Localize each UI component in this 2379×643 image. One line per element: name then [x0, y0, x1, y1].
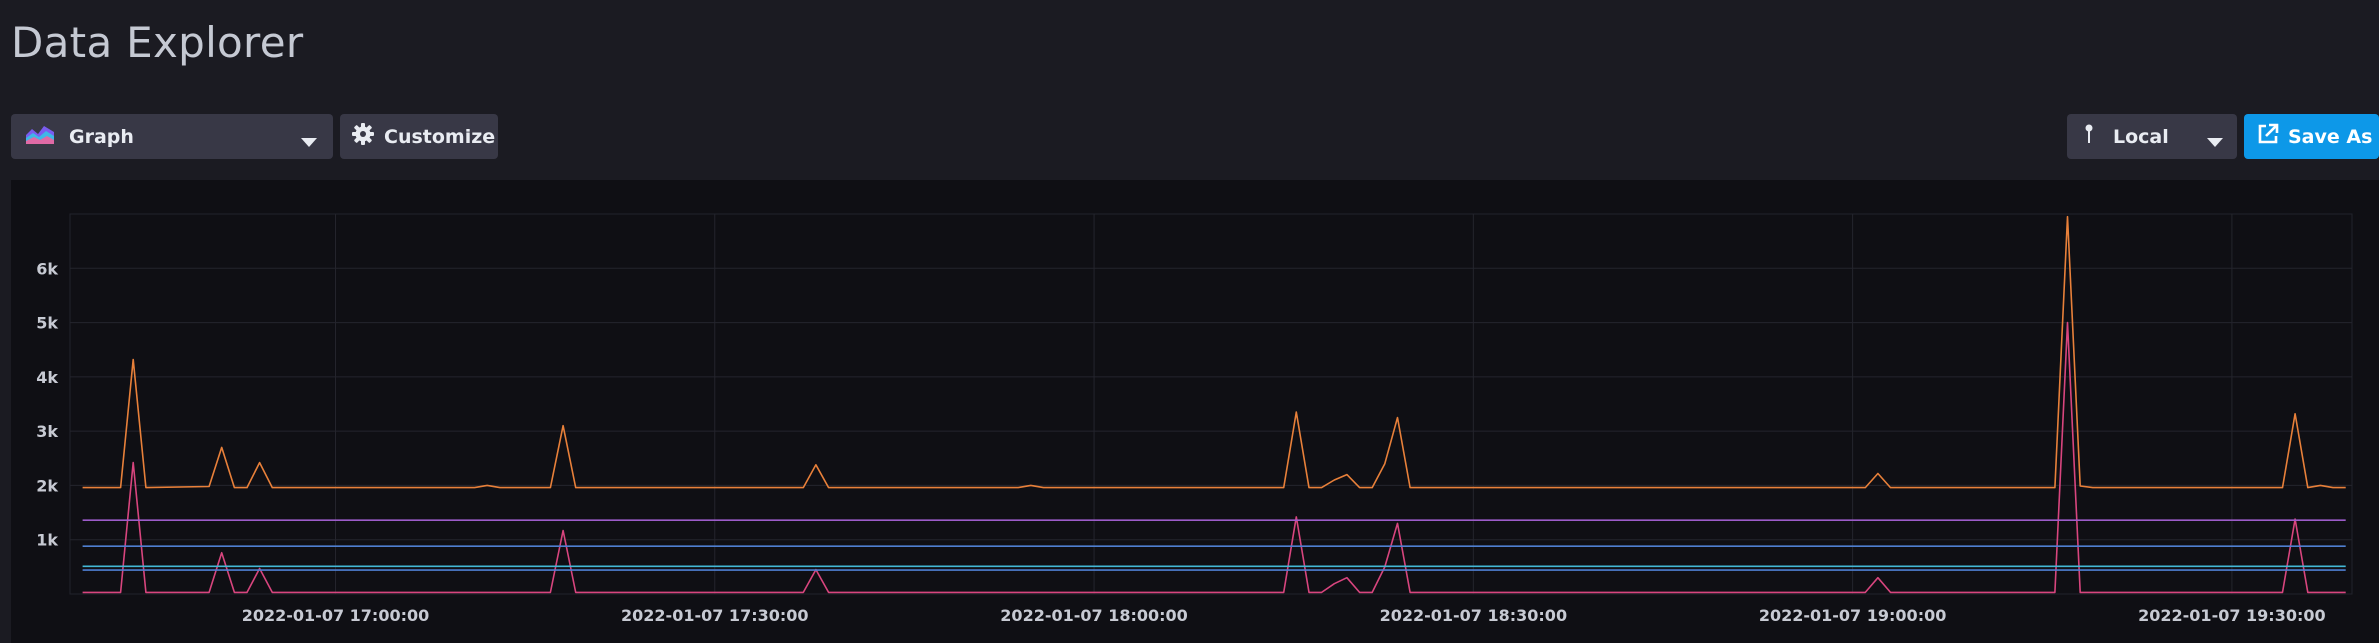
- customize-label: Customize: [384, 125, 496, 148]
- y-tick-label: 3k: [36, 422, 58, 441]
- graph-type-label: Graph: [69, 125, 134, 148]
- y-tick-label: 1k: [36, 531, 58, 550]
- y-tick-label: 5k: [36, 314, 58, 333]
- chart-grid: [69, 213, 2353, 595]
- y-tick-label: 6k: [36, 259, 58, 278]
- x-tick-label: 2022-01-07 18:30:00: [1380, 606, 1568, 625]
- chevron-down-icon: [2207, 131, 2223, 153]
- external-link-icon: [2257, 123, 2279, 150]
- customize-button[interactable]: Customize: [340, 114, 498, 159]
- area-graph-icon: [25, 123, 55, 150]
- x-tick-label: 2022-01-07 18:00:00: [1000, 606, 1188, 625]
- save-as-button[interactable]: Save As: [2244, 114, 2379, 159]
- series-line: [82, 321, 2346, 594]
- chart-series: [82, 215, 2346, 594]
- y-tick-label: 4k: [36, 368, 58, 387]
- time-series-chart[interactable]: 1k 2k 3k 4k 5k 6k 2022-01-07 17:00:00 2022-01-0…: [11, 180, 2379, 643]
- x-tick-label: 2022-01-07 19:30:00: [2138, 606, 2326, 625]
- plot-frame: [69, 213, 2353, 595]
- page-title: Data Explorer: [11, 18, 304, 67]
- timezone-label: Local: [2113, 125, 2169, 148]
- gear-icon: [351, 122, 375, 151]
- graph-panel: 1k 2k 3k 4k 5k 6k 2022-01-07 17:00:00 2022-01-0…: [11, 180, 2379, 643]
- x-tick-label: 2022-01-07 19:00:00: [1759, 606, 1947, 625]
- chevron-down-icon: [301, 131, 317, 153]
- series-line: [82, 215, 2346, 489]
- timezone-select[interactable]: Local: [2067, 114, 2237, 159]
- graph-type-select[interactable]: Graph: [11, 114, 333, 159]
- save-as-label: Save As: [2288, 125, 2373, 148]
- x-tick-label: 2022-01-07 17:00:00: [242, 606, 430, 625]
- y-tick-label: 2k: [36, 476, 58, 495]
- x-tick-label: 2022-01-07 17:30:00: [621, 606, 809, 625]
- pin-icon: [2085, 124, 2093, 149]
